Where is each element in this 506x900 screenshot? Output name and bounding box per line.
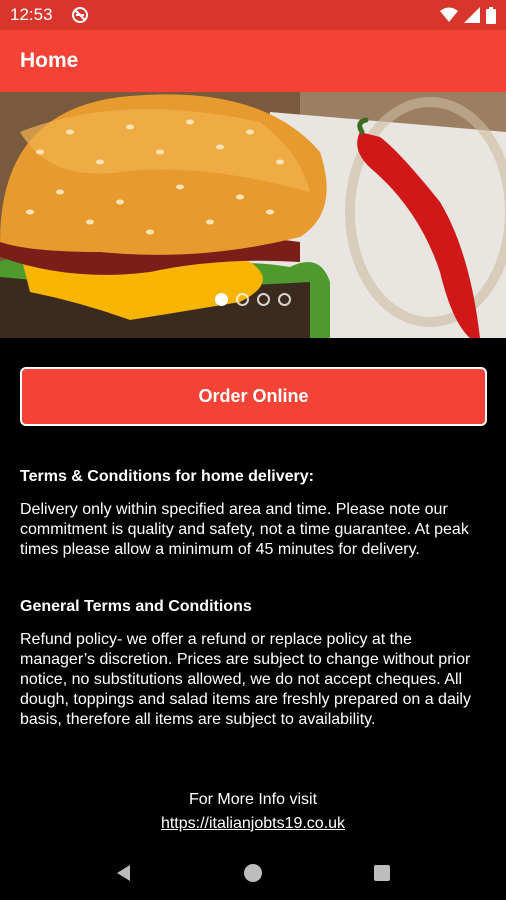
status-time: 12:53 — [10, 5, 53, 24]
more-info: For More Info visit https://italianjobts… — [0, 790, 506, 834]
more-info-label: For More Info visit — [188, 791, 318, 808]
delivery-terms-body: Delivery only within specified area and … — [20, 501, 469, 558]
page-title: Home — [20, 49, 79, 72]
system-nav-bar — [0, 845, 506, 900]
do-not-disturb-icon — [71, 6, 89, 24]
carousel-dot[interactable] — [257, 293, 270, 306]
carousel-dot[interactable] — [236, 293, 249, 306]
carousel-indicator — [0, 293, 506, 306]
home-icon[interactable] — [233, 853, 273, 893]
terms-content: Terms & Conditions for home delivery: De… — [20, 466, 486, 730]
battery-icon — [486, 6, 496, 24]
carousel-dot[interactable] — [215, 293, 228, 306]
website-link[interactable]: https://italianjobts19.co.uk — [161, 814, 345, 834]
wifi-icon — [440, 7, 458, 23]
signal-icon — [464, 7, 480, 23]
general-terms-body: Refund policy- we offer a refund or repl… — [20, 631, 471, 728]
order-online-button[interactable]: Order Online — [20, 367, 487, 426]
delivery-terms-heading: Terms & Conditions for home delivery: — [20, 468, 314, 485]
general-terms-heading: General Terms and Conditions — [20, 598, 252, 615]
app-bar: Home — [0, 30, 506, 92]
status-bar: 12:53 — [0, 0, 506, 30]
back-icon[interactable] — [104, 853, 144, 893]
carousel-dot[interactable] — [278, 293, 291, 306]
recents-icon[interactable] — [362, 853, 402, 893]
hero-carousel[interactable] — [0, 92, 506, 338]
